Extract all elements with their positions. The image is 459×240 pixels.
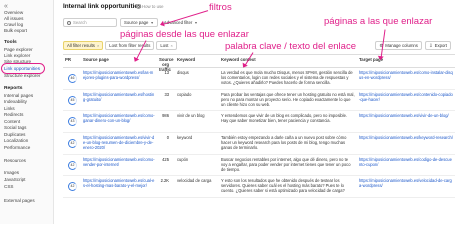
sidebar-item-external-pages[interactable]: External pages (4, 198, 35, 204)
close-icon[interactable]: × (97, 43, 99, 48)
keyword: keyword (177, 135, 193, 141)
export-label: Export (434, 43, 447, 48)
close-icon[interactable]: × (170, 43, 172, 48)
pr-badge: 42 (68, 182, 77, 192)
annotation-paginas-enlazar: páginas a las que enlazar (324, 16, 433, 27)
lost-from-filter-chip[interactable]: Lost from filter results (105, 41, 155, 50)
sidebar-item-javascript[interactable]: JavaScript (4, 177, 25, 183)
keyword-context: Y esto son los resultados que he obtenid… (221, 178, 345, 194)
keyword-context: Para probar las ventajas que ofrece tene… (221, 91, 355, 107)
export-icon: ⇩ (428, 42, 433, 48)
pr-badge: 42 (68, 160, 77, 170)
source-traffic: 986 (162, 113, 169, 119)
target-page-link[interactable]: https://miposicionamientoweb.es/vivir-de… (357, 111, 455, 132)
target-page-link[interactable]: https://miposicionamientoweb.es/velocida… (357, 176, 455, 197)
keyword: cupón (177, 156, 189, 162)
sidebar-item-resources[interactable]: Resources (4, 158, 26, 164)
target-page-link[interactable]: https://miposicionamientoweb.es/contenid… (357, 90, 455, 111)
table-header: PR Source page Source org traffic Keywor… (63, 54, 455, 72)
source-page-dropdown[interactable]: Source page ▼ (120, 18, 158, 27)
search-input[interactable]: Search (63, 18, 117, 27)
chevron-down-icon: ▼ (194, 20, 198, 25)
keyword-context: La verdad es que mola mucho Disqus, meno… (221, 70, 353, 85)
keyword-context: Buscar negocios rentables por internet, … (221, 156, 351, 172)
sidebar-item-localization[interactable]: Localization (4, 138, 28, 144)
manage-columns-label: Manage columns (385, 43, 418, 48)
table-row: 42 https://miposicionamientoweb.es/como-… (63, 155, 455, 177)
target-page-link[interactable]: https://miposicionamientoweb.es/como-ins… (357, 68, 455, 89)
play-icon (136, 4, 141, 10)
header-keyword[interactable]: Keyword (171, 55, 219, 67)
all-filter-label: All filter results (67, 43, 95, 48)
table-row: 42 https://miposicionamientoweb.es/cual-… (63, 176, 455, 199)
page-title: Internal link opportunities (63, 3, 142, 10)
annotation-paginas-desde: páginas desde las que enlazar (120, 29, 249, 40)
search-icon (67, 20, 71, 25)
sidebar-item-images[interactable]: Images (4, 170, 19, 176)
sidebar: « Overview All issues Crawl log Bulk exp… (0, 0, 54, 224)
sidebar-item-indexability[interactable]: Indexability (4, 99, 27, 105)
pr-badge: 46 (68, 74, 77, 83)
table-row: 45 https://miposicionamientoweb.es/hosti… (63, 90, 455, 112)
source-traffic: 13 (164, 70, 169, 75)
keyword: vivir de un blog (177, 113, 205, 119)
table-row: 42 https://miposicionamientoweb.es/vivir… (63, 133, 455, 155)
how-to-label: How to use (142, 4, 164, 9)
target-page-link[interactable]: https://miposicionamientoweb.es/keyword-… (357, 133, 455, 154)
header-keyword-context[interactable]: Keyword context (219, 55, 357, 67)
keyword: copiado (177, 91, 192, 97)
source-page-link[interactable]: https://miposicionamientoweb.es/vivir-de… (81, 133, 157, 154)
source-page-link[interactable]: https://miposicionamientoweb.es/las-mejo… (81, 68, 157, 89)
sidebar-item-redirects[interactable]: Redirects (4, 112, 23, 118)
keyword: disqus (177, 70, 189, 75)
source-page-link[interactable]: https://miposicionamientoweb.es/cual-es-… (81, 176, 157, 197)
source-traffic: 2.2K (160, 178, 169, 184)
lost-label: Lost (160, 43, 169, 48)
lost-chip[interactable]: Lost × (156, 41, 177, 50)
collapse-icon[interactable]: « (4, 3, 8, 10)
header-source-page[interactable]: Source page (81, 55, 157, 67)
source-page-label: Source page (124, 20, 149, 25)
pr-badge: 42 (68, 139, 77, 149)
target-page-link[interactable]: https://miposicionamientoweb.es/codigo-d… (357, 155, 455, 176)
source-page-link[interactable]: https://miposicionamientoweb.es/hosting-… (81, 90, 157, 111)
how-to-use-link[interactable]: How to use (136, 4, 164, 10)
table-row: 43 https://miposicionamientoweb.es/como-… (63, 111, 455, 134)
chevron-down-icon: ▼ (150, 20, 154, 25)
annotation-palabra-clave: palabra clave / texto del enlace (225, 41, 356, 52)
header-pr[interactable]: PR (63, 55, 81, 67)
sidebar-item-css[interactable]: CSS (4, 184, 13, 190)
main-panel: Internal link opportunities How to use S… (58, 0, 459, 224)
header-source-traffic[interactable]: Source org traffic (157, 55, 174, 72)
source-traffic: 0 (166, 135, 169, 141)
sidebar-item-structure-explorer[interactable]: Structure explorer (4, 73, 41, 79)
header-target-page[interactable]: Target page (357, 55, 455, 67)
tools-heading: Tools (4, 40, 17, 45)
source-traffic: 33 (164, 91, 169, 97)
sidebar-item-social-tags[interactable]: Social tags (4, 125, 26, 131)
source-page-link[interactable]: https://miposicionamientoweb.es/como-ven… (81, 155, 157, 176)
annotation-filtros: filtros (209, 2, 232, 13)
pr-badge: 43 (68, 117, 77, 127)
source-page-link[interactable]: https://miposicionamientoweb.es/como-gan… (81, 111, 157, 132)
pr-badge: 45 (68, 95, 77, 105)
keyword-context: También estoy empezando a darle caña a u… (221, 135, 347, 151)
reports-heading: Reports (4, 86, 23, 91)
source-traffic: 425 (162, 156, 169, 162)
opportunities-table: PR Source page Source org traffic Keywor… (63, 54, 455, 199)
sidebar-item-performance[interactable]: Performance (4, 145, 30, 151)
export-button[interactable]: ⇩ Export (424, 41, 451, 50)
result-filter-chips: All filter results × Lost from filter res… (63, 41, 177, 50)
keyword-context: Y entendemos que vivir de un blog es com… (221, 113, 347, 124)
all-filter-results-chip[interactable]: All filter results × (63, 41, 104, 50)
sidebar-item-bulk-export[interactable]: Bulk export (4, 28, 27, 34)
table-row: 46 https://miposicionamientoweb.es/las-m… (63, 68, 455, 90)
search-placeholder: Search (73, 20, 87, 25)
toolbar: ⚙Manage columns ⇩Export (375, 41, 451, 50)
keyword: velocidad de carga (177, 178, 212, 184)
